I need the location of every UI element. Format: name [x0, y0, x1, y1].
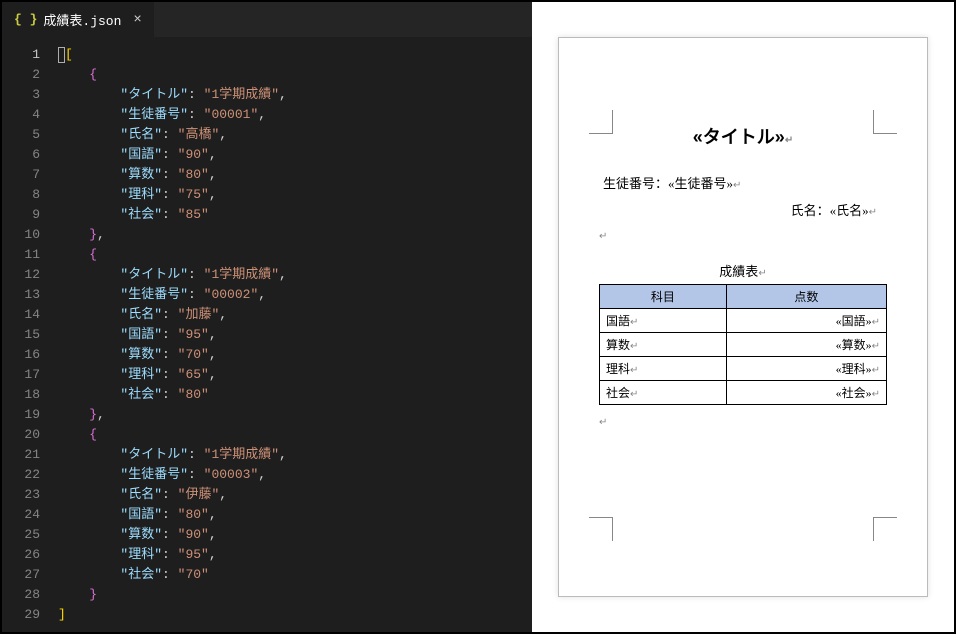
close-icon[interactable]: ×: [133, 12, 141, 28]
name-label: 氏名：: [791, 203, 830, 218]
table-row: 理科↵«理科»↵: [600, 357, 887, 381]
cell-score: «理科»↵: [726, 357, 886, 381]
document-page: «タイトル»↵ 生徒番号：«生徒番号»↵ 氏名：«氏名»↵ ↵ 成績表↵ 科目 …: [558, 37, 928, 597]
header-score: 点数: [726, 285, 886, 309]
student-number-line: 生徒番号：«生徒番号»↵: [599, 173, 887, 192]
end-mark: ↵: [599, 413, 887, 429]
cell-subject: 社会↵: [600, 381, 727, 405]
editor-body[interactable]: 1234567891011121314151617181920212223242…: [2, 37, 532, 632]
cell-score: «算数»↵: [726, 333, 886, 357]
cell-subject: 理科↵: [600, 357, 727, 381]
header-subject: 科目: [600, 285, 727, 309]
name-field: «氏名»: [830, 203, 869, 218]
table-row: 社会↵«社会»↵: [600, 381, 887, 405]
cell-score: «社会»↵: [726, 381, 886, 405]
score-table: 科目 点数 国語↵«国語»↵算数↵«算数»↵理科↵«理科»↵社会↵«社会»↵: [599, 284, 887, 405]
name-line: 氏名：«氏名»↵: [599, 200, 887, 219]
tab-bar: { } 成績表.json ×: [2, 2, 532, 37]
tab-label: 成績表.json: [43, 10, 121, 29]
blank-line: ↵: [599, 227, 887, 243]
cell-score: «国語»↵: [726, 309, 886, 333]
table-title: 成績表↵: [599, 261, 887, 280]
editor-tab[interactable]: { } 成績表.json ×: [2, 2, 155, 37]
doc-title: «タイトル»↵: [599, 123, 887, 149]
student-number-field: «生徒番号»: [668, 176, 733, 191]
table-row: 算数↵«算数»↵: [600, 333, 887, 357]
margin-corner-tl: [589, 110, 613, 134]
table-header-row: 科目 点数: [600, 285, 887, 309]
json-file-icon: { }: [14, 12, 37, 27]
line-number-gutter: 1234567891011121314151617181920212223242…: [2, 37, 52, 632]
document-preview-panel: «タイトル»↵ 生徒番号：«生徒番号»↵ 氏名：«氏名»↵ ↵ 成績表↵ 科目 …: [532, 2, 954, 632]
code-content[interactable]: [ { "タイトル": "1学期成績", "生徒番号": "00001", "氏…: [52, 37, 532, 632]
cell-subject: 算数↵: [600, 333, 727, 357]
cell-subject: 国語↵: [600, 309, 727, 333]
table-row: 国語↵«国語»↵: [600, 309, 887, 333]
margin-corner-br: [873, 517, 897, 541]
margin-corner-bl: [589, 517, 613, 541]
student-number-label: 生徒番号：: [603, 176, 668, 191]
margin-corner-tr: [873, 110, 897, 134]
code-editor-panel: { } 成績表.json × 1234567891011121314151617…: [2, 2, 532, 632]
